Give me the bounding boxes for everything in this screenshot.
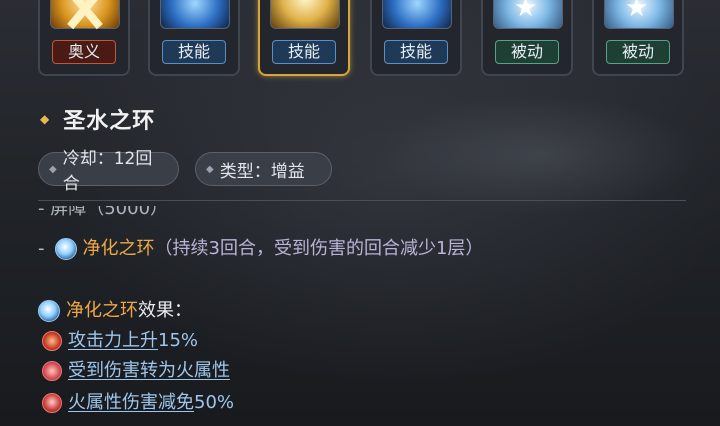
- skill-tag: 技能: [162, 40, 226, 64]
- passive-star-icon: ★: [604, 0, 674, 29]
- skill-detail-panel: 奥义 技能 技能 技能 ★ 被动 ★ 被动 ◆ 圣水之环 ◆ 冷却：12回合 ◆…: [0, 0, 720, 426]
- diamond-icon: ◆: [49, 163, 57, 175]
- skill-title-row: ◆ 圣水之环: [40, 104, 155, 134]
- cooldown-chip: ◆ 冷却：12回合: [38, 149, 179, 194]
- effect-item-fire-convert: 受到伤害转为火属性: [42, 359, 230, 383]
- cooldown-text: 冷却：12回合: [62, 149, 153, 194]
- purify-ring-icon: [38, 300, 60, 322]
- buff-line: - 净化之环 （持续3回合，受到伤害的回合减少1层）: [38, 236, 483, 262]
- effect-buff-name: 净化之环: [66, 300, 138, 321]
- effect-header: 净化之环 效果：: [38, 298, 192, 324]
- diamond-icon: ◆: [206, 163, 214, 175]
- background-smoke: [380, 95, 700, 215]
- skill-name: 圣水之环: [63, 109, 156, 134]
- effect-link-fire-convert[interactable]: 受到伤害转为火属性: [68, 359, 230, 383]
- skill-slot-4[interactable]: 技能: [370, 0, 462, 76]
- skill-tag: 技能: [272, 40, 336, 64]
- effect-link-fire-reduction[interactable]: 火属性伤害减免: [68, 391, 194, 415]
- sword-icon: [42, 331, 62, 351]
- effect-link-attack-up[interactable]: 攻击力上升: [68, 329, 158, 353]
- skill-tag-passive: 被动: [606, 40, 670, 64]
- skill-tag-ultimate: 奥义: [52, 40, 116, 64]
- skill-tag: 技能: [384, 40, 448, 64]
- ultimate-skill-icon: [50, 0, 120, 29]
- list-dash: -: [38, 238, 45, 259]
- skill-tag-passive: 被动: [495, 40, 559, 64]
- effect-suffix: 效果：: [138, 300, 192, 321]
- skill-slot-3-selected[interactable]: 技能: [258, 0, 350, 76]
- effect-item-fire-reduction: 火属性伤害减免 50%: [42, 391, 234, 415]
- purify-ring-icon: [54, 238, 77, 260]
- skill-slot-5[interactable]: ★ 被动: [481, 0, 573, 76]
- type-text: 类型：增益: [219, 161, 305, 182]
- swirl-icon: [42, 361, 62, 381]
- skill-icon: [382, 0, 452, 29]
- shield-icon: [42, 393, 62, 413]
- passive-star-icon: ★: [493, 0, 563, 29]
- skill-slot-6[interactable]: ★ 被动: [592, 0, 684, 76]
- effect-value: 50%: [194, 392, 235, 413]
- diamond-icon: ◆: [40, 112, 50, 126]
- skill-icon: [270, 0, 340, 29]
- buff-name-link[interactable]: 净化之环: [83, 236, 155, 262]
- skill-slot-1[interactable]: 奥义: [38, 0, 130, 76]
- barrier-line: - 屏障（5000）: [38, 206, 169, 219]
- buff-description: （持续3回合，受到伤害的回合减少1层）: [154, 238, 484, 259]
- divider: [38, 200, 686, 201]
- effect-item-attack: 攻击力上升 15%: [42, 329, 198, 353]
- effect-value: 15%: [158, 330, 199, 351]
- skill-slot-2[interactable]: 技能: [148, 0, 240, 76]
- type-chip: ◆ 类型：增益: [195, 152, 332, 186]
- skill-icon: [160, 0, 230, 29]
